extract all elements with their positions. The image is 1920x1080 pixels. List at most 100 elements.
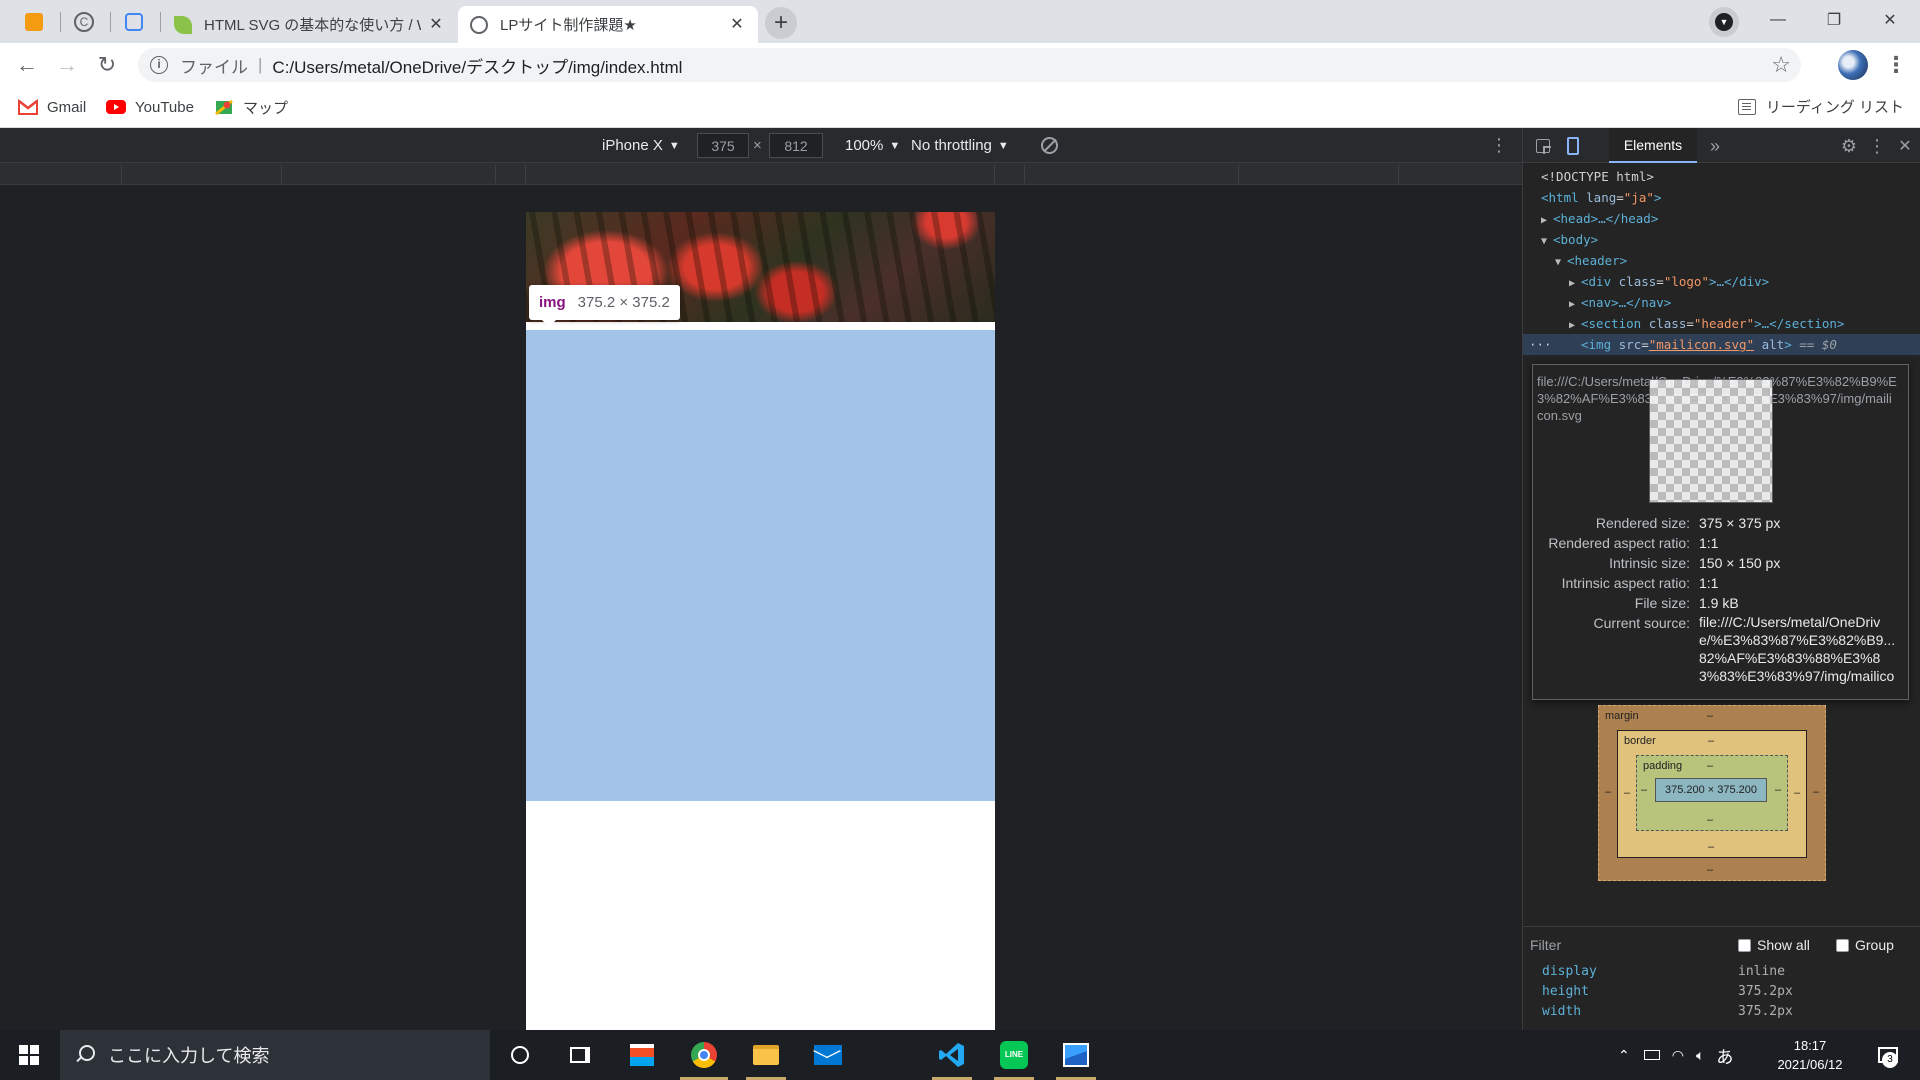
cortana-button[interactable] xyxy=(492,1030,548,1080)
explorer-app[interactable] xyxy=(738,1030,794,1080)
tab-lp-site[interactable]: LPサイト制作課題★ ✕ xyxy=(458,6,758,43)
ime-indicator[interactable]: あ xyxy=(1716,1043,1733,1068)
volume-icon[interactable]: 🔈︎ xyxy=(1696,1047,1704,1064)
pinned-tab-copyright[interactable]: C xyxy=(62,6,106,38)
box-model-content[interactable]: 375.200 × 375.200 xyxy=(1655,778,1767,802)
close-tab-icon[interactable]: ✕ xyxy=(427,16,445,34)
box-model-border[interactable]: border – – – – padding – – – – 375.200 ×… xyxy=(1617,730,1807,858)
devtools-menu-icon[interactable]: ⋮ xyxy=(1867,136,1887,156)
taskbar-search[interactable]: ここに入力して検索 xyxy=(60,1030,490,1080)
media-query-segment[interactable] xyxy=(122,165,282,183)
dom-attr-value[interactable]: "mailicon.svg" xyxy=(1649,337,1754,352)
minimize-button[interactable]: — xyxy=(1750,0,1806,40)
info-value[interactable]: file:///C:/Users/metal/OneDrive/%E3%83%8… xyxy=(1699,613,1899,685)
group-checkbox[interactable]: Group xyxy=(1836,937,1894,953)
emulated-page[interactable] xyxy=(526,212,995,1030)
dom-node-body[interactable]: ▼ <body> xyxy=(1523,229,1920,250)
media-query-segment[interactable] xyxy=(526,165,995,183)
profile-avatar[interactable] xyxy=(1838,50,1868,80)
inspect-element-icon[interactable] xyxy=(1533,136,1553,156)
expand-triangle-icon[interactable]: ▶ xyxy=(1569,273,1581,294)
store-app[interactable] xyxy=(614,1030,670,1080)
box-model-margin[interactable]: margin – – – – border – – – – padding – … xyxy=(1598,705,1826,881)
padding-top-value[interactable]: – xyxy=(1707,760,1713,772)
dom-node-doctype[interactable]: <!DOCTYPE html> xyxy=(1523,166,1920,187)
reload-button[interactable]: ↻ xyxy=(91,49,123,81)
tab-search-button[interactable]: ▼ xyxy=(1709,7,1739,37)
padding-bottom-value[interactable]: – xyxy=(1707,814,1713,826)
border-top-value[interactable]: – xyxy=(1708,735,1714,747)
border-right-value[interactable]: – xyxy=(1794,787,1800,799)
throttling-select[interactable]: No throttling ▼ xyxy=(911,128,1009,163)
wifi-icon[interactable]: ◠ xyxy=(1672,1047,1684,1064)
pinned-tab-sublime[interactable] xyxy=(12,6,56,38)
tab-html-svg[interactable]: HTML SVG の基本的な使い方 / Web ✕ xyxy=(162,6,457,43)
dom-node-head[interactable]: ▶ <head>…</head> xyxy=(1523,208,1920,229)
battery-icon[interactable] xyxy=(1643,1050,1660,1060)
vscode-app[interactable] xyxy=(924,1030,980,1080)
expand-triangle-icon[interactable]: ▶ xyxy=(1541,210,1553,231)
reading-list-button[interactable]: リーディング リスト xyxy=(1737,96,1904,117)
ellipsis-icon[interactable]: ··· xyxy=(1529,334,1581,355)
padding-right-value[interactable]: – xyxy=(1775,784,1781,796)
settings-gear-icon[interactable]: ⚙ xyxy=(1839,136,1859,156)
box-model-padding[interactable]: padding – – – – 375.200 × 375.200 xyxy=(1636,755,1788,831)
margin-top-value[interactable]: – xyxy=(1707,710,1713,722)
expand-triangle-icon[interactable]: ▶ xyxy=(1569,315,1581,336)
media-query-bar[interactable] xyxy=(0,163,1522,185)
padding-left-value[interactable]: – xyxy=(1641,784,1647,796)
mail-app[interactable] xyxy=(800,1030,856,1080)
chrome-app[interactable] xyxy=(676,1030,732,1080)
expand-triangle-icon[interactable]: ▶ xyxy=(1569,294,1581,315)
close-window-button[interactable]: ✕ xyxy=(1862,0,1918,40)
device-toolbar-more-button[interactable]: ⋮ xyxy=(1490,128,1508,163)
margin-right-value[interactable]: – xyxy=(1813,786,1819,798)
dom-node-nav[interactable]: ▶ <nav>…</nav> xyxy=(1523,292,1920,313)
media-query-segment[interactable] xyxy=(496,165,526,183)
inspected-img-highlight[interactable] xyxy=(526,330,995,801)
collapse-triangle-icon[interactable]: ▼ xyxy=(1555,252,1567,273)
device-select[interactable]: iPhone X ▼ xyxy=(602,128,680,163)
tab-elements[interactable]: Elements xyxy=(1609,128,1697,163)
pinned-tab-app[interactable] xyxy=(112,6,156,38)
show-all-checkbox[interactable]: Show all xyxy=(1738,937,1810,953)
restore-button[interactable]: ❐ xyxy=(1806,0,1862,40)
bookmark-maps[interactable]: マップ xyxy=(214,96,288,118)
media-query-segment[interactable] xyxy=(995,165,1025,183)
close-tab-icon[interactable]: ✕ xyxy=(728,16,746,34)
computed-row[interactable]: display inline xyxy=(1522,962,1920,982)
bookmark-star-icon[interactable]: ☆ xyxy=(1771,52,1791,78)
dom-node-header[interactable]: ▼ <header> xyxy=(1523,250,1920,271)
close-devtools-icon[interactable]: ✕ xyxy=(1895,136,1915,156)
rotate-button[interactable] xyxy=(1041,128,1058,163)
new-tab-button[interactable]: + xyxy=(765,7,797,39)
dom-node-section[interactable]: ▶ <section class="header">…</section> xyxy=(1523,313,1920,334)
task-view-button[interactable] xyxy=(552,1030,608,1080)
width-input[interactable]: 375 xyxy=(697,133,749,158)
forward-button[interactable]: → xyxy=(51,49,83,81)
computed-row[interactable]: width 375.2px xyxy=(1522,1002,1920,1022)
address-bar[interactable]: i ファイル | C:/Users/metal/OneDrive/デスクトップ/… xyxy=(138,48,1801,82)
bookmark-youtube[interactable]: YouTube xyxy=(106,96,194,118)
margin-bottom-value[interactable]: – xyxy=(1707,864,1713,876)
margin-left-value[interactable]: – xyxy=(1605,786,1611,798)
browser-menu-button[interactable]: ⋮ xyxy=(1880,49,1912,81)
start-button[interactable] xyxy=(0,1030,58,1080)
more-tabs-icon[interactable]: » xyxy=(1705,136,1725,156)
back-button[interactable]: ← xyxy=(11,49,43,81)
info-icon[interactable]: i xyxy=(150,56,168,74)
filter-input[interactable]: Filter xyxy=(1530,937,1561,953)
collapse-triangle-icon[interactable]: ▼ xyxy=(1541,231,1553,252)
media-query-segment[interactable] xyxy=(282,165,496,183)
dom-node-html[interactable]: <html lang="ja"> xyxy=(1523,187,1920,208)
device-toggle-icon[interactable] xyxy=(1563,136,1583,156)
media-query-segment[interactable] xyxy=(1239,165,1399,183)
photos-app[interactable] xyxy=(1048,1030,1104,1080)
chevron-up-icon[interactable]: ⌃ xyxy=(1618,1047,1630,1064)
media-query-segment[interactable] xyxy=(1025,165,1239,183)
dom-node-logo[interactable]: ▶ <div class="logo">…</div> xyxy=(1523,271,1920,292)
zoom-select[interactable]: 100% ▼ xyxy=(845,128,900,163)
line-app[interactable]: LINE xyxy=(986,1030,1042,1080)
bookmark-gmail[interactable]: Gmail xyxy=(18,96,86,118)
border-left-value[interactable]: – xyxy=(1624,787,1630,799)
